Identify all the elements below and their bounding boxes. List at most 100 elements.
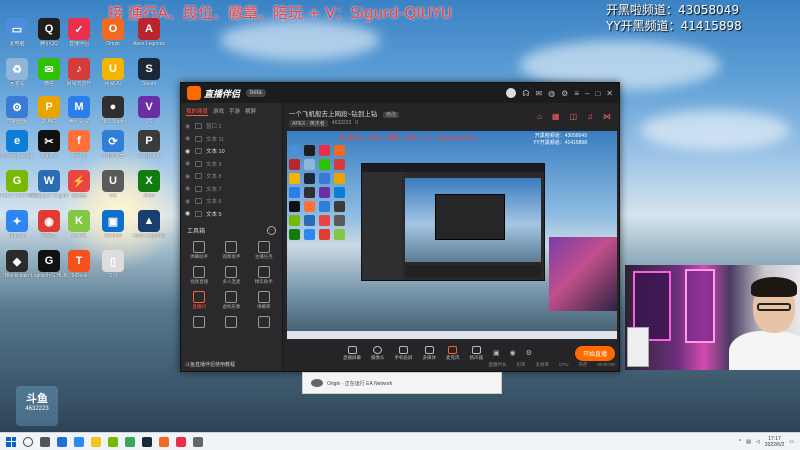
grid-icon[interactable]: ▦ bbox=[552, 112, 560, 121]
stream-preview[interactable]: 接 通行A、段位、徽章、陪玩 + V：Sigurd-QIUYU 开黑啦频道：43… bbox=[287, 131, 617, 339]
tool-button[interactable]: 观察助手 bbox=[215, 239, 247, 260]
tool-button[interactable]: 主播任务 bbox=[248, 239, 280, 260]
notification-icon[interactable]: ▭ bbox=[789, 439, 794, 445]
media-button[interactable]: 多媒体 bbox=[423, 345, 436, 361]
tab-landscape[interactable]: 横屏 bbox=[245, 107, 256, 116]
tool-button[interactable]: 弹幕库 bbox=[248, 289, 280, 310]
settings-icon[interactable]: ⚙ bbox=[561, 89, 568, 98]
speaker-button[interactable]: 扬声器 bbox=[470, 345, 483, 361]
origin-icon[interactable] bbox=[159, 436, 169, 447]
source-item[interactable]: ◉ 文本 11 bbox=[181, 133, 282, 146]
tool-button[interactable]: 多人连麦 bbox=[215, 264, 247, 285]
source-item[interactable]: ◉ 文本 9 bbox=[181, 158, 282, 171]
desktop-icon[interactable]: A Apex Legends bbox=[126, 18, 172, 53]
close-icon[interactable]: ✕ bbox=[606, 89, 613, 98]
tool-button[interactable] bbox=[248, 314, 280, 329]
preview-icon bbox=[334, 159, 345, 170]
visibility-eye-icon[interactable]: ◉ bbox=[185, 173, 191, 180]
shirt-icon[interactable]: ◍ bbox=[548, 89, 555, 98]
tool-icon bbox=[225, 241, 238, 253]
search-icon[interactable] bbox=[23, 436, 33, 447]
text-source-icon bbox=[195, 210, 202, 217]
edit-title-button[interactable]: 修改 bbox=[383, 112, 400, 118]
minimize-icon[interactable]: – bbox=[585, 89, 589, 98]
bell-icon[interactable]: ♫ bbox=[587, 112, 593, 121]
mic-button[interactable]: 麦克风 bbox=[446, 345, 460, 361]
file-explorer-icon[interactable] bbox=[91, 436, 101, 447]
origin-notification[interactable]: Origin · 正在运行 EA Network bbox=[302, 372, 502, 394]
taskbar-app-icon[interactable] bbox=[74, 436, 84, 447]
desktop-icon-label: 文件 bbox=[107, 273, 118, 279]
app-icon: ▲ bbox=[138, 210, 160, 232]
app-icon: ♪ bbox=[68, 58, 90, 80]
visibility-eye-icon[interactable]: ◉ bbox=[185, 148, 191, 155]
source-item[interactable]: ◉ 文本 5 bbox=[181, 208, 282, 221]
more-tools-icon[interactable]: ⋯ bbox=[267, 226, 276, 235]
visibility-eye-icon[interactable]: ◉ bbox=[185, 185, 191, 192]
message-icon[interactable]: ✉ bbox=[535, 89, 542, 98]
room-game[interactable]: APEX · 英杰者 bbox=[289, 120, 328, 127]
desktop-icon[interactable]: S Steam bbox=[126, 58, 172, 93]
visibility-eye-icon[interactable]: ◉ bbox=[185, 160, 191, 167]
headset-icon[interactable]: ☊ bbox=[522, 89, 529, 98]
preview-icon bbox=[334, 201, 345, 212]
app-window[interactable]: 直播伴侣 beta ☊ ✉ ◍ ⚙ ≡ – □ ✕ 我的场景 游戏 手游 横屏 … bbox=[180, 82, 620, 372]
gift-icon[interactable]: ⌂ bbox=[537, 112, 542, 121]
taskbar-app-icon[interactable] bbox=[125, 436, 135, 447]
share-icon[interactable]: ⋈ bbox=[603, 112, 611, 121]
visibility-eye-icon[interactable]: ◉ bbox=[185, 198, 191, 205]
tab-my-scenes[interactable]: 我的场景 bbox=[186, 107, 209, 116]
record-icon[interactable]: ▣ bbox=[493, 349, 500, 357]
bag-icon[interactable]: ◫ bbox=[569, 112, 577, 121]
phone-cast-button[interactable]: 手机投屏 bbox=[395, 345, 413, 361]
screen-capture-button[interactable]: 直播屏幕 bbox=[343, 345, 361, 361]
tool-button[interactable] bbox=[215, 314, 247, 329]
source-item[interactable]: ◉ 文本 8 bbox=[181, 170, 282, 183]
chevron-up-icon[interactable]: ^ bbox=[739, 439, 741, 445]
desktop-icon[interactable]: ▲ Apex Legends bbox=[126, 210, 172, 245]
network-icon[interactable]: ▤ bbox=[746, 439, 751, 445]
menu-icon[interactable]: ≡ bbox=[574, 89, 579, 98]
camera-label: 摄像头 bbox=[371, 354, 385, 360]
tab-mobile[interactable]: 手游 bbox=[229, 107, 240, 116]
source-item[interactable]: ◉ 窗口 1 bbox=[181, 120, 282, 133]
visibility-eye-icon[interactable]: ◉ bbox=[185, 135, 191, 142]
desktop-icon[interactable]: ▯ 文件 bbox=[90, 250, 136, 285]
tutorial-link[interactable]: 斗鱼直播伴侣使用教程 bbox=[185, 361, 235, 368]
desktop-icon[interactable]: X Xbox bbox=[126, 170, 172, 205]
visibility-eye-icon[interactable]: ◉ bbox=[185, 123, 191, 130]
taskbar-app-icon[interactable] bbox=[193, 436, 203, 447]
source-item[interactable]: ◉ 文本 10 bbox=[181, 145, 282, 158]
start-live-button[interactable]: 开始直播 bbox=[574, 345, 615, 361]
tool-button[interactable]: 弹幕助手 bbox=[183, 239, 215, 260]
task-view-icon[interactable] bbox=[40, 436, 50, 447]
gear-icon[interactable]: ⚙ bbox=[526, 349, 532, 357]
camera-button[interactable]: 摄像头 bbox=[371, 345, 385, 361]
tool-button[interactable]: 虚拟形象 bbox=[215, 289, 247, 310]
desktop-icon[interactable]: V VS bbox=[126, 96, 172, 131]
windows-start-icon[interactable] bbox=[6, 436, 16, 447]
tool-button[interactable]: 精华助手 bbox=[248, 264, 280, 285]
volume-icon[interactable]: ◁ bbox=[756, 439, 760, 445]
tool-button[interactable]: 视频直播 bbox=[183, 264, 215, 285]
clock[interactable]: 17:17 2022/6/2 bbox=[765, 436, 784, 448]
taskbar-app-icon[interactable] bbox=[108, 436, 118, 447]
desktop-icon[interactable]: P PUBG Lite bbox=[126, 130, 172, 165]
media-icon bbox=[424, 345, 434, 354]
avatar-icon[interactable] bbox=[506, 88, 517, 98]
streaming-app-icon[interactable] bbox=[176, 436, 186, 447]
tool-button[interactable]: 直播间 bbox=[183, 289, 215, 310]
toolbox-header: 工具箱 ⋯ bbox=[181, 220, 282, 239]
steam-icon[interactable] bbox=[142, 436, 152, 447]
source-label: 文本 5 bbox=[206, 211, 222, 218]
taskbar-app-icon[interactable] bbox=[57, 436, 67, 447]
source-item[interactable]: ◉ 文本 7 bbox=[181, 183, 282, 196]
eye-icon[interactable]: ◉ bbox=[510, 349, 516, 357]
source-item[interactable]: ◉ 文本 6 bbox=[181, 195, 282, 208]
title-bar[interactable]: 直播伴侣 beta ☊ ✉ ◍ ⚙ ≡ – □ ✕ bbox=[181, 83, 619, 103]
maximize-icon[interactable]: □ bbox=[595, 89, 600, 98]
visibility-eye-icon[interactable]: ◉ bbox=[185, 210, 191, 217]
douyu-watermark: 斗鱼 4632223 bbox=[16, 386, 58, 426]
tab-game[interactable]: 游戏 bbox=[213, 107, 224, 116]
tool-button[interactable] bbox=[183, 314, 215, 329]
